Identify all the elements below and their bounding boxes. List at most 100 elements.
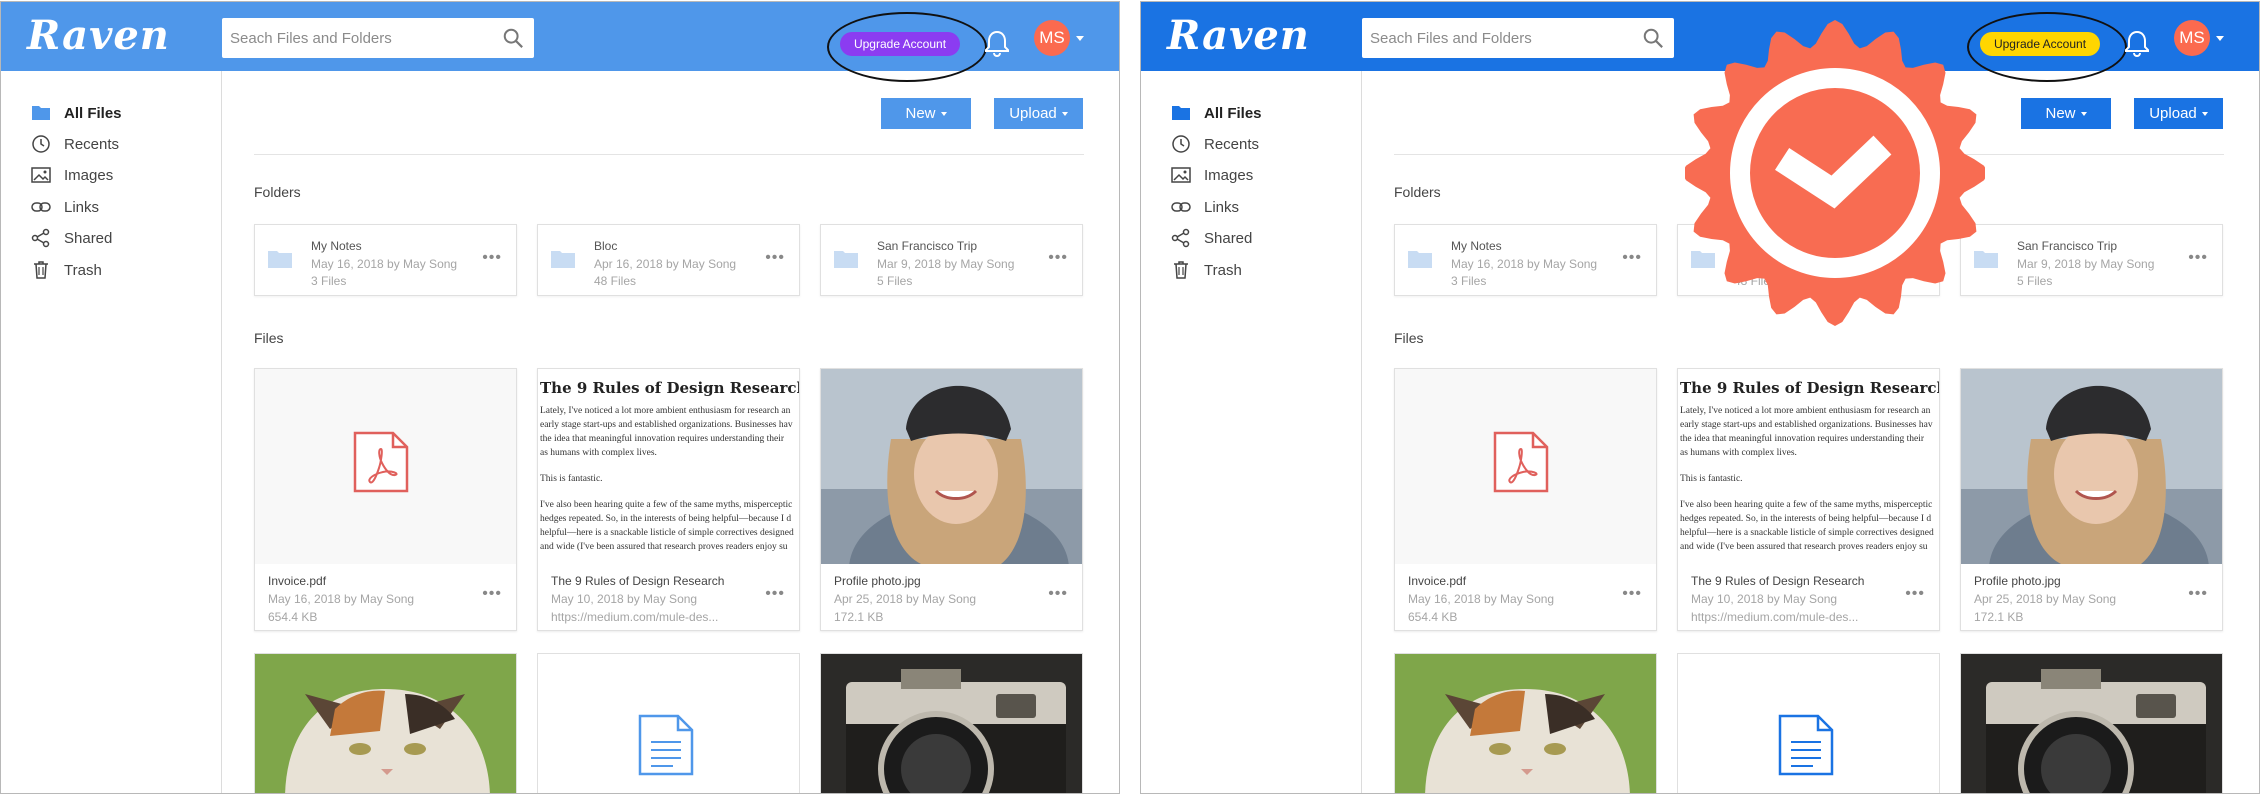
more-options-icon[interactable]: •••: [2188, 586, 2208, 602]
bell-icon[interactable]: [2124, 29, 2150, 57]
sidebar-item-images[interactable]: Images: [1171, 163, 1253, 187]
more-options-icon[interactable]: •••: [1048, 250, 1068, 266]
file-name: Invoice.pdf: [268, 574, 327, 588]
article-thumbnail: The 9 Rules of Design Research Lately, I…: [1678, 369, 1940, 564]
camera-photo-card[interactable]: [1960, 653, 2223, 793]
more-options-icon[interactable]: •••: [765, 250, 785, 266]
camera-photo-card[interactable]: [820, 653, 1083, 793]
more-options-icon[interactable]: •••: [1622, 250, 1642, 266]
chevron-down-icon[interactable]: [1076, 36, 1084, 41]
more-options-icon[interactable]: •••: [765, 586, 785, 602]
file-card[interactable]: The 9 Rules of Design Research Lately, I…: [537, 368, 800, 631]
folder-card[interactable]: My Notes May 16, 2018 by May Song 3 File…: [254, 224, 517, 296]
folder-meta: Apr 16, 2018 by May Song: [594, 257, 737, 271]
file-meta: May 10, 2018 by May Song: [1691, 592, 1838, 606]
sidebar-item-label: Trash: [1204, 261, 1242, 279]
folder-card[interactable]: My Notes May 16, 2018 by May Song 3 File…: [1394, 224, 1657, 296]
sidebar-item-images[interactable]: Images: [31, 163, 113, 187]
folder-card[interactable]: San Francisco Trip Mar 9, 2018 by May So…: [1960, 224, 2223, 296]
folder-card[interactable]: Bloc Apr 16, 2018 by May Song 48 Files •…: [537, 224, 800, 296]
folder-count: 3 Files: [311, 274, 347, 288]
file-name: The 9 Rules of Design Research: [1691, 574, 1865, 588]
cat-photo-card[interactable]: [254, 653, 517, 793]
folder-name: My Notes: [311, 239, 362, 253]
avatar[interactable]: MS: [2174, 20, 2210, 56]
file-card[interactable]: Invoice.pdf May 16, 2018 by May Song 654…: [1394, 368, 1657, 631]
folder-name: Bloc: [594, 239, 618, 253]
sidebar-item-all-files[interactable]: All Files: [31, 101, 122, 125]
upload-button[interactable]: Upload: [994, 98, 1083, 129]
sidebar-item-recents[interactable]: Recents: [1171, 132, 1259, 156]
avatar[interactable]: MS: [1034, 20, 1070, 56]
sidebar-item-links[interactable]: Links: [1171, 195, 1239, 219]
sidebar-item-all-files[interactable]: All Files: [1171, 101, 1262, 125]
folder-count: 3 Files: [1451, 274, 1487, 288]
more-options-icon[interactable]: •••: [1905, 586, 1925, 602]
more-options-icon[interactable]: •••: [482, 586, 502, 602]
sidebar-item-trash[interactable]: Trash: [31, 258, 102, 282]
clock-icon: [32, 135, 50, 153]
document-icon: [638, 714, 694, 776]
search-input[interactable]: [1362, 18, 1632, 58]
sidebar-item-links[interactable]: Links: [31, 195, 99, 219]
folder-icon: [551, 251, 575, 268]
app-logo[interactable]: Raven: [27, 12, 170, 59]
file-thumbnail: [1395, 369, 1656, 564]
more-options-icon[interactable]: •••: [2188, 250, 2208, 266]
file-card[interactable]: The 9 Rules of Design Research Lately, I…: [1677, 368, 1940, 631]
cat-photo-card[interactable]: [1394, 653, 1657, 793]
highlight-ellipse: [827, 12, 987, 82]
search-icon[interactable]: [1642, 27, 1664, 49]
highlight-ellipse: [1967, 12, 2127, 82]
sidebar-item-shared[interactable]: Shared: [1171, 226, 1252, 250]
more-options-icon[interactable]: •••: [1622, 586, 1642, 602]
file-card[interactable]: Profile photo.jpg Apr 25, 2018 by May So…: [820, 368, 1083, 631]
chevron-down-icon: [2080, 112, 2087, 117]
doc-file-card[interactable]: [537, 653, 800, 793]
approved-badge-icon: [1685, 20, 1985, 326]
upload-button[interactable]: Upload: [2134, 98, 2223, 129]
doc-file-card[interactable]: [1677, 653, 1940, 793]
search-box[interactable]: [1362, 18, 1674, 58]
file-meta: May 16, 2018 by May Song: [1408, 592, 1555, 606]
new-button[interactable]: New: [2021, 98, 2111, 129]
sidebar-item-trash[interactable]: Trash: [1171, 258, 1242, 282]
file-size: 654.4 KB: [1408, 610, 1458, 624]
article-paragraph: I've also been hearing quite a few of th…: [1680, 500, 1934, 552]
search-icon[interactable]: [502, 27, 524, 49]
chevron-down-icon: [2201, 112, 2208, 117]
chevron-down-icon[interactable]: [2216, 36, 2224, 41]
search-box[interactable]: [222, 18, 534, 58]
more-options-icon[interactable]: •••: [1048, 586, 1068, 602]
file-meta: Apr 25, 2018 by May Song: [834, 592, 977, 606]
app-window-right: Raven Upgrade Account MS All Files Recen…: [1140, 1, 2260, 794]
sidebar-item-label: Images: [64, 166, 114, 184]
new-button[interactable]: New: [881, 98, 971, 129]
folder-icon: [1408, 251, 1432, 268]
file-name: Invoice.pdf: [1408, 574, 1467, 588]
file-card[interactable]: Invoice.pdf May 16, 2018 by May Song 654…: [254, 368, 517, 631]
share-icon: [31, 228, 50, 248]
more-options-icon[interactable]: •••: [482, 250, 502, 266]
folder-name: San Francisco Trip: [2017, 239, 2118, 253]
folder-card[interactable]: San Francisco Trip Mar 9, 2018 by May So…: [820, 224, 1083, 296]
chevron-down-icon: [940, 112, 947, 117]
file-card[interactable]: Profile photo.jpg Apr 25, 2018 by May So…: [1960, 368, 2223, 631]
folder-count: 5 Files: [2017, 274, 2053, 288]
portrait-photo: [821, 369, 1082, 564]
comparison-stage: Raven Upgrade Account MS All Files Recen…: [0, 0, 2260, 795]
sidebar-item-shared[interactable]: Shared: [31, 226, 112, 250]
article-paragraph: Lately, I've noticed a lot more ambient …: [540, 406, 793, 458]
file-name: The 9 Rules of Design Research: [551, 574, 725, 588]
sidebar-item-label: Trash: [64, 261, 102, 279]
trash-icon: [1174, 261, 1188, 279]
article-title: The 9 Rules of Design Research: [1680, 379, 1940, 397]
folder-meta: May 16, 2018 by May Song: [1451, 257, 1598, 271]
app-logo[interactable]: Raven: [1167, 12, 1310, 59]
bell-icon[interactable]: [984, 29, 1010, 57]
search-input[interactable]: [222, 18, 492, 58]
article-paragraph: This is fantastic.: [1680, 474, 1743, 484]
sidebar-item-label: Shared: [1204, 229, 1253, 247]
clock-icon: [1172, 135, 1190, 153]
sidebar-item-recents[interactable]: Recents: [31, 132, 119, 156]
